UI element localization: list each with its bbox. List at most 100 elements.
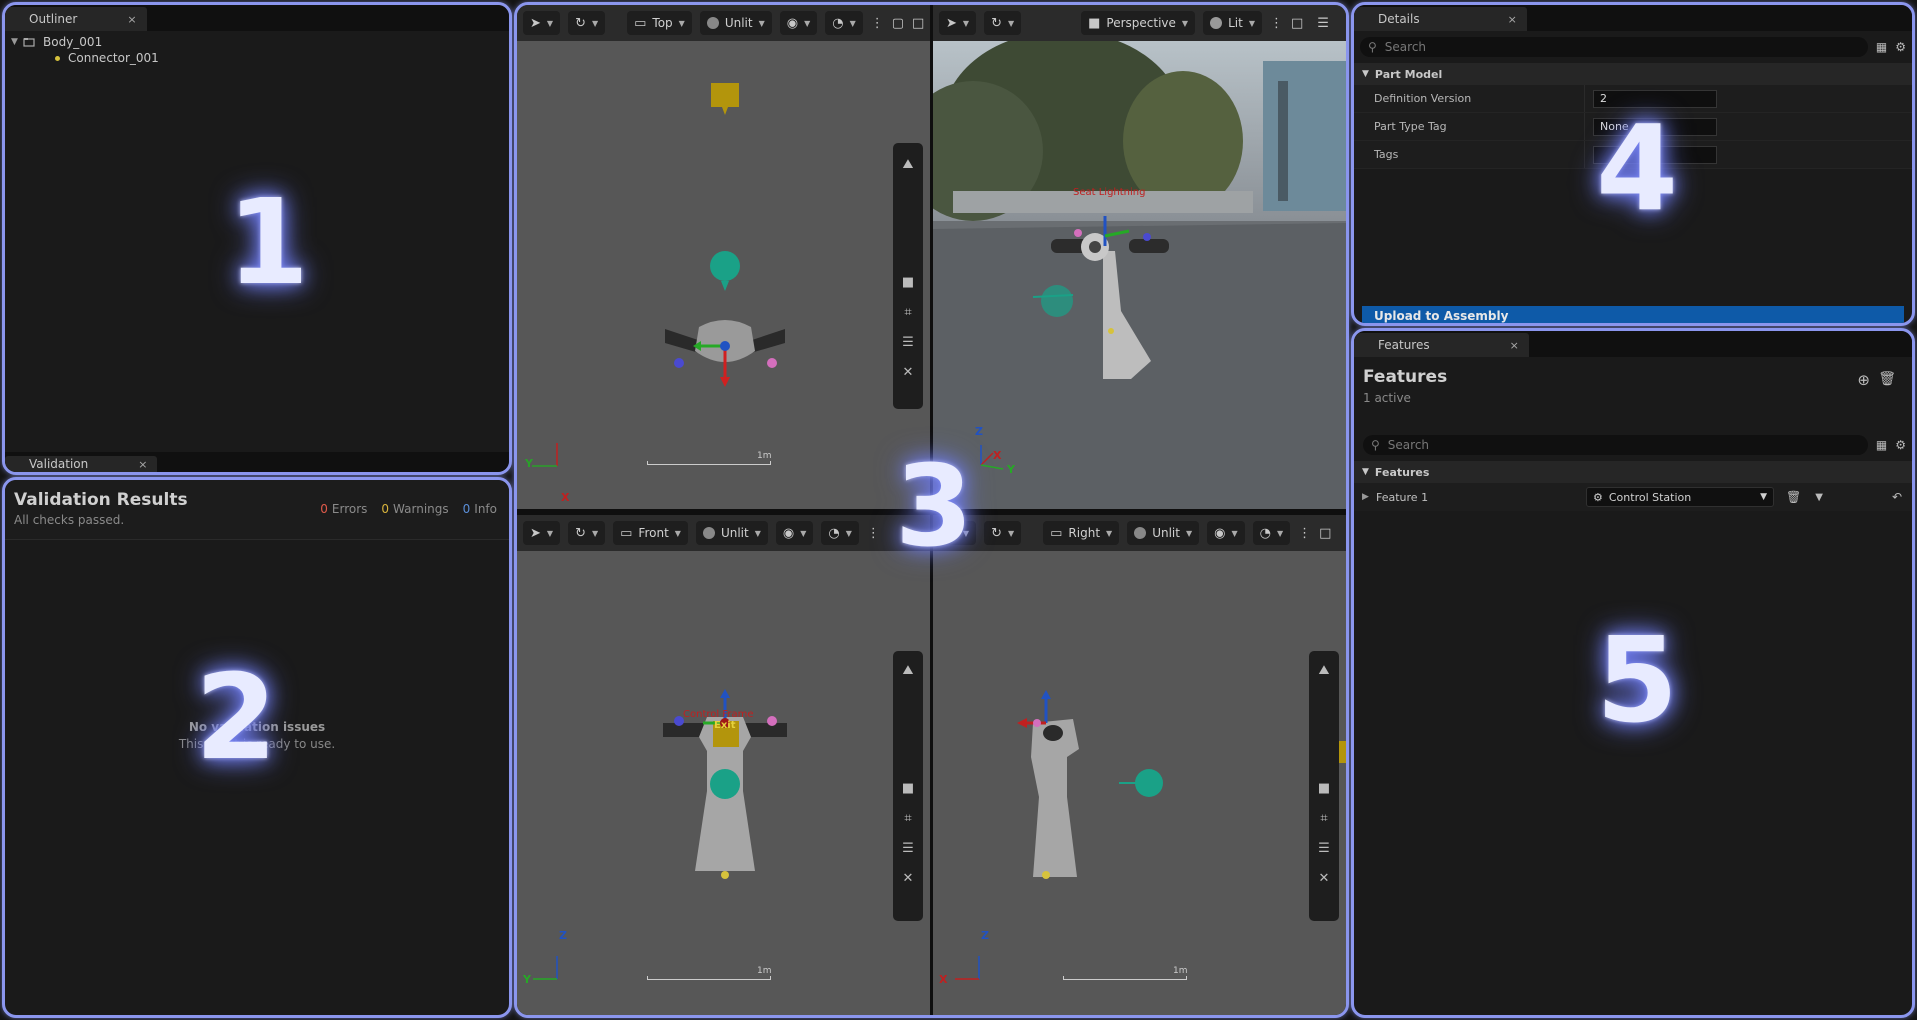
maximize-icon[interactable]: □ [1319,526,1331,541]
chevron-down-icon[interactable]: ▼ [1815,492,1823,503]
search-input[interactable]: ⚲ Search [1363,435,1868,455]
table-icon[interactable]: ▦ [1876,438,1887,452]
tags-field[interactable] [1593,145,1717,164]
view-mode-dropdown[interactable]: ▭ Right ▼ [1043,521,1120,545]
transform-mode-button[interactable]: ↻ ▼ [984,521,1022,545]
prop-definition-version: Definition Version 2 [1354,85,1912,113]
prop-label: Definition Version [1374,92,1472,105]
more-icon[interactable]: ⋮ [871,16,884,31]
upload-to-assembly-button[interactable]: Upload to Assembly [1362,306,1904,323]
gear-icon[interactable]: ⚙ [1895,40,1906,54]
tab-details[interactable]: Details × [1354,7,1527,31]
tab-validation[interactable]: Validation × [5,456,158,472]
scale-bar [1063,976,1187,980]
viewport-top-scene [532,83,785,467]
perf-button[interactable]: ◔ ▼ [825,11,863,35]
show-flags-button[interactable]: ◉ ▼ [1207,521,1245,545]
errors-count[interactable]: 0 Errors [320,502,367,516]
part-type-tag-field[interactable]: None [1593,117,1717,136]
tab-outliner[interactable]: Outliner × [5,7,147,31]
view-mode-dropdown[interactable]: ▭ Top ▼ [627,11,692,35]
show-flags-button[interactable]: ◉ ▼ [779,11,818,35]
shading-dropdown[interactable]: Unlit ▼ [695,521,768,545]
sliders-icon[interactable]: ☰ [1318,833,1330,863]
feature-type-dropdown[interactable]: ⚙ Control Station ▼ [1586,487,1774,507]
viewport-toolbar: ➤ ▼ ↻ ▼ ▭ Front ▼ Unlit ▼ ◉ ▼ ◔ ▼ ⋮ [517,515,930,551]
view-mode-dropdown[interactable]: ■ Perspective ▼ [1081,11,1196,35]
maximize-icon[interactable]: □ [912,16,924,31]
transform-mode-button[interactable]: ↻ ▼ [568,11,606,35]
viewport-sidebar: ⛰ ■ ⌗ ☰ ✕ [893,651,923,921]
perf-button[interactable]: ◔ ▼ [1252,521,1291,545]
gear-icon[interactable]: ⚙ [1895,438,1906,452]
camera-icon[interactable]: ■ [902,267,914,297]
focus-icon[interactable]: ⌗ [904,297,911,327]
warnings-count[interactable]: 0 Warnings [381,502,448,516]
more-icon[interactable]: ⋮ [1298,526,1311,541]
select-mode-button[interactable]: ➤ ▼ [939,11,977,35]
chevron-down-icon[interactable]: ▼ [11,37,23,47]
section-part-model[interactable]: ▼ Part Model [1354,63,1912,85]
more-icon[interactable]: ⋮ [1270,16,1283,31]
close-icon[interactable]: ✕ [903,863,914,893]
camera-icon[interactable]: ■ [902,773,914,803]
close-icon[interactable]: × [138,458,147,471]
viewport-top[interactable]: ➤ ▼ ↻ ▼ ▭ Top ▼ Unlit ▼ ◉ ▼ ◔ ▼ ⋮ ▢ □ Y … [517,5,930,509]
shading-dropdown[interactable]: Unlit ▼ [1127,521,1200,545]
dot-icon [55,55,60,61]
viewport-sidebar: ⛰ ■ ⌗ ☰ ✕ [1309,651,1339,921]
feature-row[interactable]: ▶ Feature 1 ⚙ Control Station ▼ 🗑 ▼ ↶ [1354,483,1912,511]
show-flags-button[interactable]: ◉ ▼ [775,521,814,545]
close-icon[interactable]: × [1510,339,1519,352]
transform-mode-button[interactable]: ↻ ▼ [568,521,606,545]
viewport-perspective[interactable]: ➤ ▼ ↻ ▼ ■ Perspective ▼ Lit ▼ ⋮ □ ☰ Seat… [933,5,1346,509]
focus-icon[interactable]: ⌗ [1320,803,1327,833]
sliders-icon[interactable]: ☰ [902,327,914,357]
chevron-down-icon: ▼ [1362,69,1369,79]
shading-dropdown[interactable]: Lit ▼ [1203,11,1262,35]
outliner-panel: Outliner × ▼ Body_001 Connector_001 Vali… [2,2,512,475]
chevron-right-icon[interactable]: ▶ [1354,492,1376,502]
features-panel: Features × Features 1 active ⊕ 🗑 ⚲ Searc… [1351,328,1915,1018]
select-mode-button[interactable]: ➤ ▼ [523,521,561,545]
close-icon[interactable]: ✕ [903,357,914,387]
mountain-icon[interactable]: ⛰ [903,149,914,179]
folder-icon [23,38,35,47]
tree-item-body[interactable]: ▼ Body_001 [5,34,509,50]
viewport-right[interactable]: ➤ ▼ ↻ ▼ ▭ Right ▼ Unlit ▼ ◉ ▼ ◔ ▼ ⋮ □ Z X [933,515,1346,1015]
maximize-icon[interactable]: □ [1291,16,1303,31]
perf-button[interactable]: ◔ ▼ [821,521,859,545]
window-icon: ▭ [1050,525,1063,541]
details-panel: Details × ⚲ Search ▦ ⚙ ▼ Part Model Defi… [1351,2,1915,326]
sphere-icon [1134,527,1147,539]
viewport-grid: ➤ ▼ ↻ ▼ ▭ Top ▼ Unlit ▼ ◉ ▼ ◔ ▼ ⋮ ▢ □ Y … [514,2,1349,1018]
trash-icon[interactable]: 🗑 [1878,371,1896,387]
info-count[interactable]: 0 Info [463,502,497,516]
viewport-front[interactable]: ➤ ▼ ↻ ▼ ▭ Front ▼ Unlit ▼ ◉ ▼ ◔ ▼ ⋮ Control Fra… [517,515,930,1015]
close-icon[interactable]: ✕ [1319,863,1330,893]
trash-icon[interactable]: 🗑 [1786,490,1801,504]
more-icon[interactable]: ⋮ [867,526,880,541]
close-icon[interactable]: × [127,13,136,26]
transform-mode-button[interactable]: ↻ ▼ [984,11,1022,35]
sliders-icon[interactable]: ☰ [902,833,914,863]
mountain-icon[interactable]: ⛰ [1319,655,1330,685]
section-features[interactable]: ▼ Features [1354,461,1912,483]
menu-icon[interactable]: ☰ [1317,16,1329,31]
reset-icon[interactable]: ↶ [1892,490,1902,504]
close-icon[interactable]: × [1508,13,1517,26]
search-input[interactable]: ⚲ Search [1360,37,1868,57]
view-mode-dropdown[interactable]: ▭ Front ▼ [613,521,688,545]
table-icon[interactable]: ▦ [1876,40,1887,54]
select-mode-button[interactable]: ➤ ▼ [523,11,561,35]
focus-icon[interactable]: ⌗ [904,803,911,833]
tree-item-connector[interactable]: Connector_001 [5,50,509,66]
definition-version-field[interactable]: 2 [1593,89,1717,108]
tab-features[interactable]: Features × [1354,333,1529,357]
add-icon[interactable]: ⊕ [1857,371,1870,389]
mountain-icon[interactable]: ⛰ [903,655,914,685]
camera-icon[interactable]: ■ [1318,773,1330,803]
stop-icon[interactable]: ▢ [892,16,904,31]
shading-dropdown[interactable]: Unlit ▼ [699,11,772,35]
select-mode-button[interactable]: ➤ ▼ [939,521,977,545]
